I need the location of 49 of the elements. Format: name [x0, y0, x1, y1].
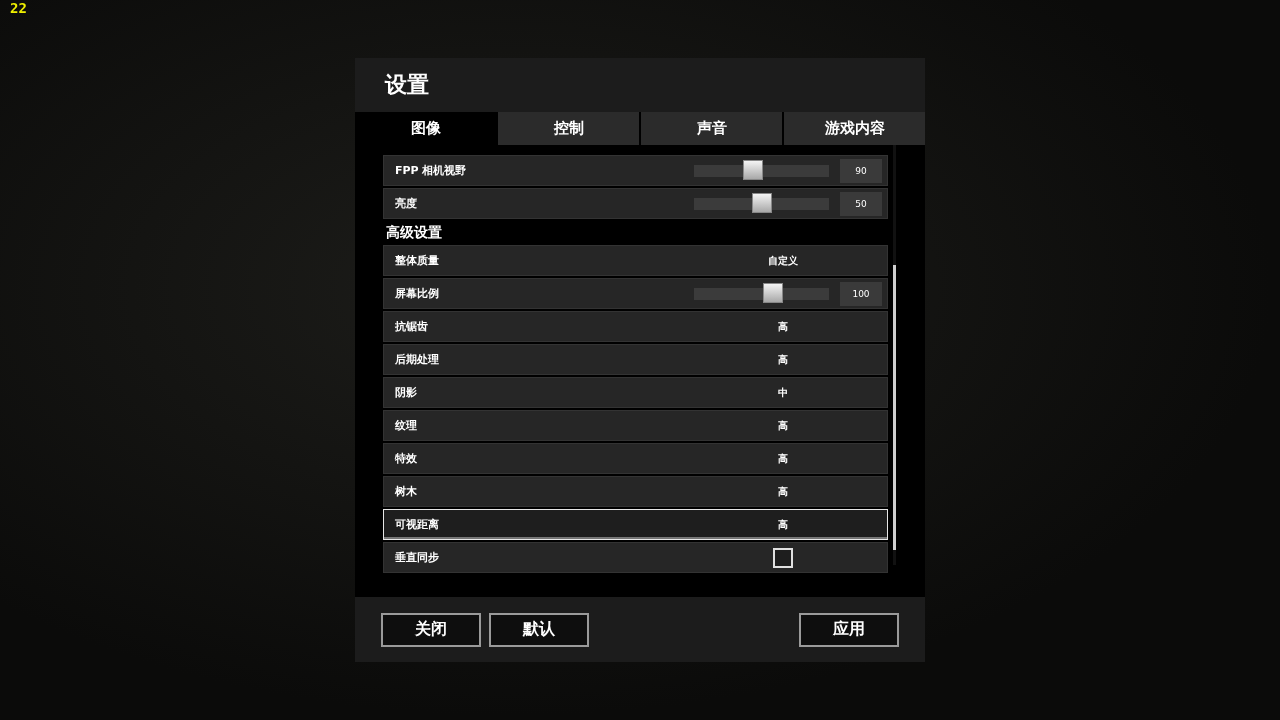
dialog-button[interactable]: 关闭: [381, 612, 481, 647]
settings-tab[interactable]: 声音: [641, 112, 782, 145]
setting-label: 后期处理: [394, 352, 440, 367]
slider-thumb[interactable]: [743, 159, 764, 180]
setting-row[interactable]: FPP 相机视野 90: [383, 155, 888, 186]
setting-row[interactable]: 树木 高: [383, 476, 888, 507]
setting-row[interactable]: 整体质量 自定义: [383, 245, 888, 276]
checkbox[interactable]: [773, 547, 793, 568]
setting-label: 垂直同步: [394, 550, 440, 565]
settings-tab[interactable]: 控制: [498, 112, 639, 145]
setting-label: 整体质量: [394, 253, 440, 268]
setting-value[interactable]: 高: [778, 484, 788, 499]
scrollbar[interactable]: [893, 145, 896, 565]
setting-value[interactable]: 高: [778, 352, 788, 367]
dialog-title: 设置: [385, 71, 429, 99]
slider-value: 50: [840, 191, 882, 216]
setting-value[interactable]: 高: [778, 451, 788, 466]
setting-row[interactable]: 特效 高: [383, 443, 888, 474]
slider-thumb[interactable]: [763, 282, 783, 303]
dialog-button[interactable]: 默认: [489, 612, 589, 647]
setting-value[interactable]: 中: [778, 385, 788, 400]
settings-tab[interactable]: 游戏内容: [784, 112, 925, 145]
setting-row[interactable]: 阴影 中: [383, 377, 888, 408]
setting-label: 特效: [394, 451, 418, 466]
setting-label: 亮度: [394, 196, 418, 211]
setting-row[interactable]: 垂直同步: [383, 542, 888, 573]
setting-value[interactable]: 自定义: [768, 253, 798, 268]
slider-value: 100: [840, 281, 882, 306]
setting-label: FPP 相机视野: [394, 163, 468, 178]
setting-row[interactable]: 可视距离 高: [383, 509, 888, 540]
setting-value[interactable]: 高: [778, 517, 788, 532]
setting-label: 可视距离: [394, 517, 440, 532]
setting-row[interactable]: 亮度 50: [383, 188, 888, 219]
setting-value[interactable]: 高: [778, 418, 788, 433]
slider-value: 90: [840, 158, 882, 183]
setting-row[interactable]: 纹理 高: [383, 410, 888, 441]
setting-label: 纹理: [394, 418, 418, 433]
setting-row[interactable]: 屏幕比例 100: [383, 278, 888, 309]
setting-label: 屏幕比例: [394, 286, 440, 301]
setting-label: 阴影: [394, 385, 418, 400]
setting-row[interactable]: 抗锯齿 高: [383, 311, 888, 342]
section-heading: 高级设置: [385, 223, 443, 242]
fps-counter: 22: [10, 0, 27, 16]
setting-label: 树木: [394, 484, 418, 499]
setting-label: 抗锯齿: [394, 319, 429, 334]
setting-value[interactable]: 高: [778, 319, 788, 334]
setting-row[interactable]: 后期处理 高: [383, 344, 888, 375]
slider-thumb[interactable]: [751, 192, 772, 213]
dialog-button[interactable]: 应用: [799, 612, 899, 647]
